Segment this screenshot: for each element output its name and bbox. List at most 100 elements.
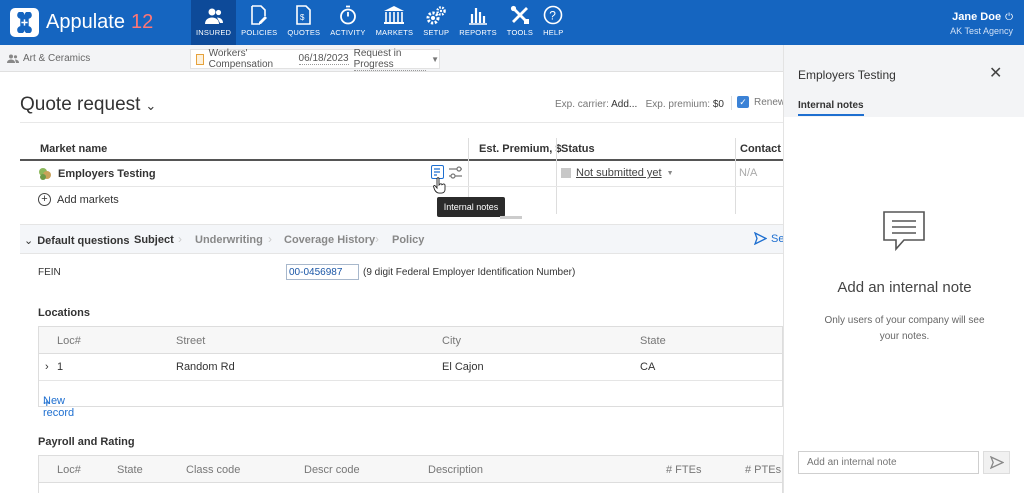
col-est-premium[interactable]: Est. Premium, $ (479, 143, 562, 155)
note-input[interactable] (798, 451, 979, 474)
payroll-table: Loc# State Class code Descr code Descrip… (38, 455, 783, 493)
col-state[interactable]: State (640, 335, 666, 347)
user-menu[interactable]: Jane Doe ⏻ AK Test Agency (950, 9, 1013, 36)
tools-icon (510, 3, 530, 25)
col-ftes[interactable]: # FTEs (666, 464, 701, 476)
caret-down-icon: ▼ (666, 169, 674, 177)
nav-markets[interactable]: MARKETS (371, 0, 419, 45)
main-nav: INSURED POLICIES $ QUOTES ACTIVITY MARKE… (191, 0, 569, 45)
tab-internal-notes[interactable]: Internal notes (798, 100, 864, 116)
col-loc[interactable]: Loc# (57, 335, 81, 347)
policy-type: Workers' Compensation (208, 48, 274, 70)
close-icon[interactable]: ✕ (989, 63, 1002, 83)
people-icon (204, 3, 224, 25)
nav-tools[interactable]: TOOLS (502, 0, 538, 45)
exp-carrier-value[interactable]: Add... (611, 99, 637, 110)
locations-table: Loc# Street City State › 1 Random Rd El … (38, 326, 783, 419)
col-class-code[interactable]: Class code (186, 464, 240, 476)
caret-down-icon: ▼ (431, 54, 439, 64)
col-loc[interactable]: Loc# (57, 464, 81, 476)
default-questions-tab[interactable]: ⌄ Default questions (24, 234, 130, 247)
nav-label: QUOTES (287, 28, 321, 37)
market-name-cell[interactable]: Employers Testing (38, 167, 156, 181)
chevron-down-icon: ⌄ (145, 98, 157, 113)
market-logo-icon (39, 168, 51, 180)
nav-setup[interactable]: SETUP (418, 0, 454, 45)
nav-insured[interactable]: INSURED (191, 0, 237, 45)
tab-underwriting[interactable]: Underwriting (195, 234, 263, 246)
page-title-text: Quote request (20, 94, 141, 115)
chevron-right-icon: › (375, 232, 379, 246)
col-description[interactable]: Description (428, 464, 483, 476)
locations-header: Loc# Street City State (39, 327, 782, 354)
gears-icon (425, 3, 447, 25)
add-markets-button[interactable]: + Add markets (38, 193, 119, 206)
document-icon (196, 53, 204, 65)
send-icon (754, 232, 767, 245)
exp-premium-label: Exp. premium: (645, 99, 711, 110)
nav-activity[interactable]: ACTIVITY (325, 0, 370, 45)
question-icon: ? (543, 3, 563, 25)
policy-selector[interactable]: Workers' Compensation 06/18/2023 Request… (190, 48, 440, 71)
table-row[interactable]: › 1 Random Rd El Cajon CA (39, 354, 782, 381)
power-icon[interactable]: ⏻ (1005, 12, 1013, 23)
main-content: Quote request ⌄ Exp. carrier: Add... Exp.… (0, 72, 783, 493)
page-title[interactable]: Quote request ⌄ (20, 94, 156, 116)
tab-coverage-history[interactable]: Coverage History (284, 234, 375, 246)
col-status[interactable]: Status (561, 143, 595, 155)
col-ptes[interactable]: # PTEs (745, 464, 781, 476)
tab-policy[interactable]: Policy (392, 234, 424, 246)
chevron-right-icon: › (268, 232, 272, 246)
col-market-name[interactable]: Market name (40, 143, 107, 155)
nav-label: ACTIVITY (330, 28, 366, 37)
insured-name: Art & Ceramics (23, 53, 91, 64)
nav-quotes[interactable]: $ QUOTES (282, 0, 325, 45)
col-state[interactable]: State (117, 464, 143, 476)
panel-title: Employers Testing (798, 68, 896, 82)
status-dropdown[interactable]: Not submitted yet ▼ (561, 167, 674, 179)
nav-label: HELP (543, 28, 564, 37)
app-logo[interactable]: Appulate 12 (10, 7, 153, 37)
checkbox-icon[interactable]: ✓ (737, 96, 749, 108)
tab-subject[interactable]: Subject (134, 234, 174, 246)
nav-label: TOOLS (506, 28, 534, 37)
market-row[interactable]: Employers Testing Not submitted yet ▼ N/… (20, 161, 783, 187)
nav-label: SETUP (423, 28, 450, 37)
col-contact[interactable]: Contact (740, 143, 781, 155)
new-record-label: New record (43, 395, 75, 419)
empty-state-text: Only users of your company will see your… (824, 315, 985, 342)
policy-status: Request in Progress (353, 48, 427, 71)
exp-premium-value: $0 (712, 99, 724, 110)
col-street[interactable]: Street (176, 335, 205, 347)
fein-label: FEIN (38, 267, 61, 278)
chevron-right-icon[interactable]: › (45, 361, 49, 373)
col-city[interactable]: City (442, 335, 461, 347)
note-bubble-icon (882, 210, 926, 255)
nav-label: INSURED (196, 28, 232, 37)
settings-sliders-icon[interactable] (448, 165, 463, 183)
locations-title: Locations (38, 307, 90, 319)
street-cell: Random Rd (176, 361, 235, 373)
markets-grid-header: Market name Est. Premium, $ Status Conta… (20, 138, 783, 161)
exp-carrier-label: Exp. carrier: (555, 99, 609, 110)
quote-doc-icon: $ (295, 3, 313, 25)
send-button[interactable]: Se (754, 232, 783, 245)
svg-text:?: ? (550, 9, 557, 23)
fein-input[interactable] (286, 264, 359, 280)
nav-policies[interactable]: POLICIES (236, 0, 282, 45)
send-note-button[interactable] (983, 451, 1010, 474)
insured-breadcrumb[interactable]: Art & Ceramics (7, 53, 90, 64)
question-tabs: ⌄ Default questions Subject › Underwritin… (20, 224, 783, 254)
clover-icon (10, 7, 39, 37)
col-descr-code[interactable]: Descr code (304, 464, 360, 476)
nav-help[interactable]: ? HELP (538, 0, 568, 45)
app-version: 12 (130, 10, 154, 33)
renew-toggle[interactable]: ✓ Renew (737, 96, 783, 108)
empty-state-heading: Add an internal note (837, 279, 972, 296)
nav-reports[interactable]: REPORTS (454, 0, 502, 45)
expiring-info: Exp. carrier: Add... Exp. premium: $0 (555, 99, 724, 110)
new-record-row: + New record (39, 381, 782, 419)
add-markets-row: + Add markets (20, 187, 783, 213)
nav-label: MARKETS (375, 28, 414, 37)
payroll-title: Payroll and Rating (38, 436, 135, 448)
